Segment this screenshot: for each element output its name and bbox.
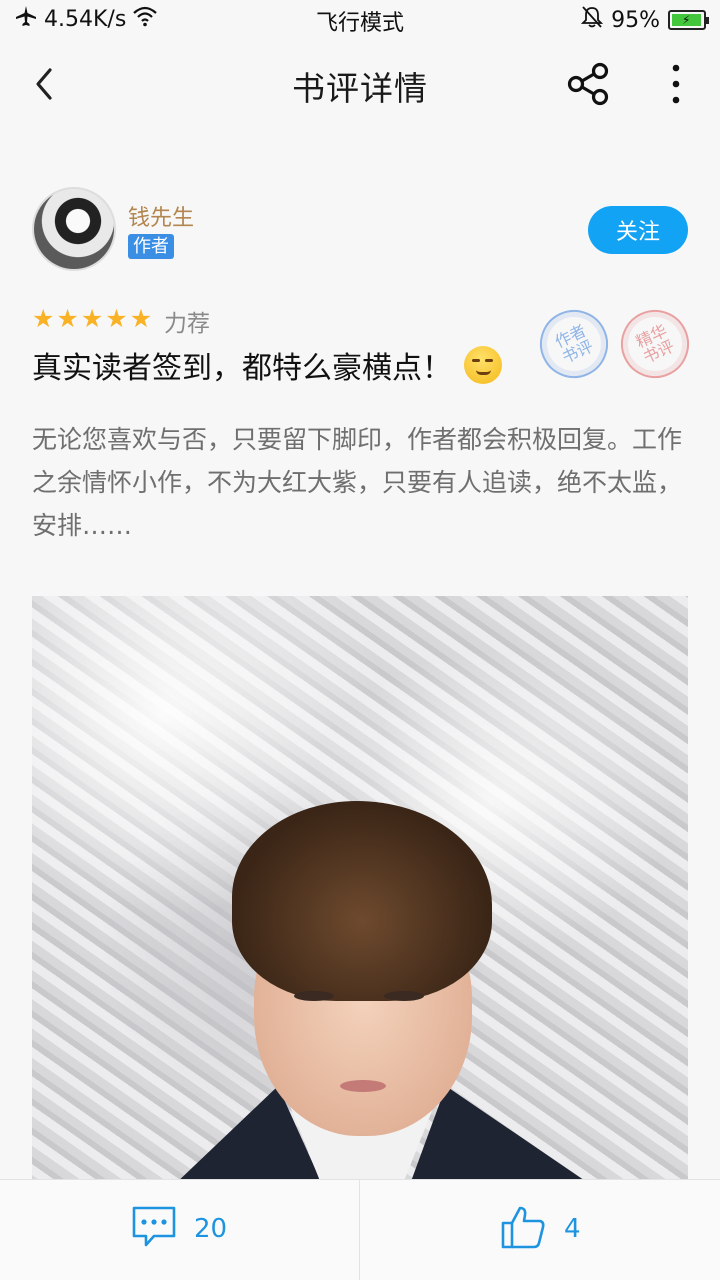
comment-icon [130,1205,178,1253]
battery-icon: ⚡ [668,10,709,30]
author-review-stamp: 作者 书评 [528,298,620,390]
featured-review-stamp: 精华 书评 [609,298,701,390]
status-bar: 4.54K/s 飞行模式 95% ⚡ [0,0,720,38]
nav-bar: 书评详情 [0,38,720,130]
author-name[interactable]: 钱先生 [128,200,194,232]
more-vertical-icon[interactable] [660,60,692,108]
like-button[interactable]: 4 [500,1204,581,1254]
share-icon[interactable] [564,60,612,108]
like-count: 4 [564,1214,581,1244]
review-title: 真实读者签到，都特么豪横点！ [32,343,502,387]
status-right: 95% ⚡ [580,5,709,35]
star-icon: ★ [80,304,104,333]
comment-button[interactable]: 20 [130,1204,227,1254]
rating-label: 力荐 [164,311,210,337]
battery-percent: 95% [611,7,660,33]
comment-count: 20 [194,1214,228,1244]
avatar[interactable] [32,187,116,271]
review-title-text: 真实读者签到，都特么豪横点！ [32,351,452,386]
page-title: 书评详情 [292,69,428,108]
star-icon: ★ [56,304,79,333]
divider [359,1180,360,1280]
mute-bell-icon [580,5,604,35]
author-badge: 作者 [128,234,174,259]
rating-stars: ★ ★ ★ ★ ★ [32,305,152,333]
smirk-emoji-icon [464,346,502,384]
bottom-action-bar: 20 4 [0,1179,720,1280]
review-photo[interactable] [32,596,688,1186]
star-icon: ★ [105,304,128,333]
review-body: 无论您喜欢与否，只要留下脚印，作者都会积极回复。工作之余情怀小作，不为大红大紫，… [32,425,683,540]
follow-button[interactable]: 关注 [588,206,688,254]
thumbs-up-icon [500,1204,546,1254]
star-icon: ★ [32,304,55,333]
star-icon: ★ [129,304,153,333]
